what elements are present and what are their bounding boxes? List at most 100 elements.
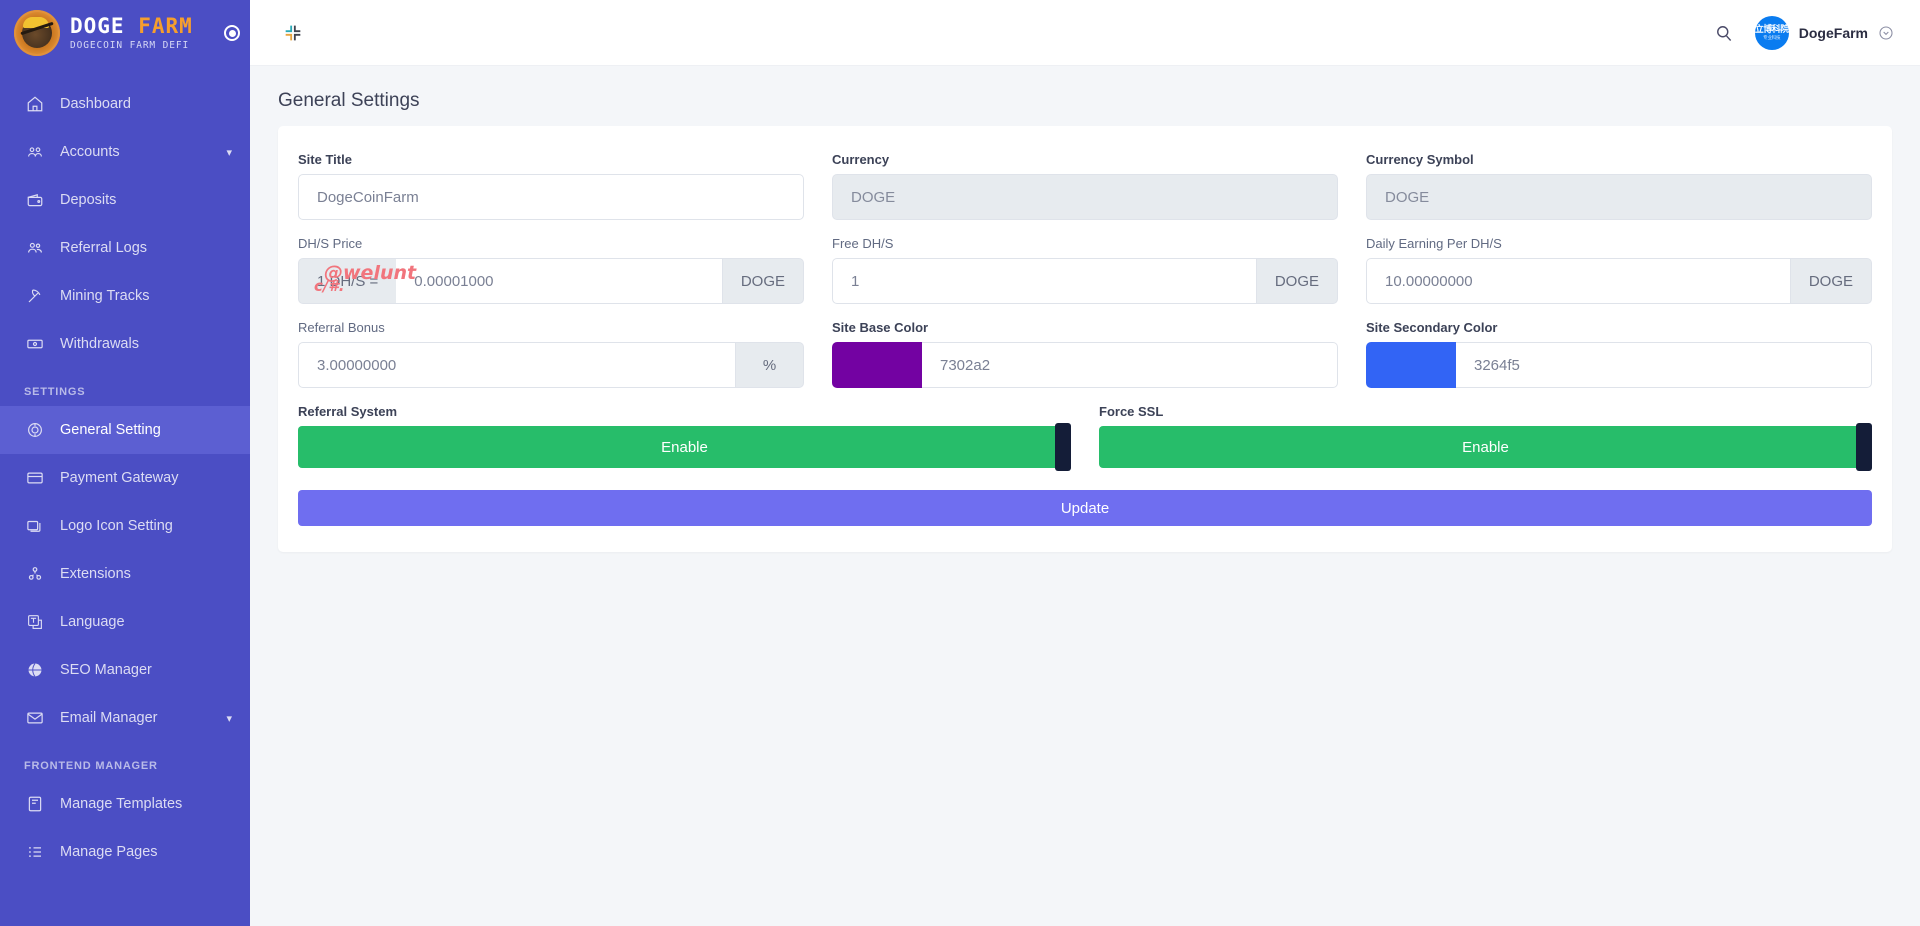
site-secondary-color-input[interactable]: 3264f5 (1456, 342, 1872, 388)
sidebar-item-mining-tracks[interactable]: Mining Tracks (0, 272, 250, 320)
sidebar-item-general-setting[interactable]: General Setting (0, 406, 250, 454)
field-free-dhs: Free DH/S 1 DOGE (832, 236, 1338, 304)
main-area: 立博科院 专业科技 DogeFarm General Settings Site… (250, 0, 1920, 926)
form-row-3: Referral Bonus 3.00000000 % Site Base Co… (298, 320, 1872, 388)
sidebar-item-referral-logs[interactable]: Referral Logs (0, 224, 250, 272)
referral-system-toggle[interactable]: Enable (298, 423, 1071, 471)
wallet-icon (24, 189, 46, 211)
chevron-down-icon: ▾ (226, 146, 232, 159)
field-referral-bonus: Referral Bonus 3.00000000 % (298, 320, 804, 388)
referral-bonus-group: 3.00000000 % (298, 342, 804, 388)
daily-earning-input[interactable]: 10.00000000 (1366, 258, 1791, 304)
sidebar-item-label: Mining Tracks (60, 288, 150, 304)
field-force-ssl: Force SSL Enable (1099, 404, 1872, 471)
referral-bonus-input[interactable]: 3.00000000 (298, 342, 736, 388)
force-ssl-toggle-label: Enable (1462, 438, 1509, 456)
doge-logo-icon (14, 10, 60, 56)
site-base-color-swatch[interactable] (832, 342, 922, 388)
update-button[interactable]: Update (298, 490, 1872, 526)
sidebar-item-email-manager[interactable]: Email Manager ▾ (0, 694, 250, 742)
credit-card-icon (24, 467, 46, 489)
sidebar-item-withdrawals[interactable]: Withdrawals (0, 320, 250, 368)
brand-title-doge: DOGE (70, 13, 125, 38)
dhs-price-suffix: DOGE (722, 258, 804, 304)
currency-symbol-input: DOGE (1366, 174, 1872, 220)
topbar-right: 立博科院 专业科技 DogeFarm (1711, 15, 1894, 50)
sidebar-item-accounts[interactable]: Accounts ▾ (0, 128, 250, 176)
site-base-color-picker[interactable]: 7302a2 (832, 342, 1338, 388)
avatar: 立博科院 专业科技 (1754, 15, 1789, 50)
daily-earning-group: 10.00000000 DOGE (1366, 258, 1872, 304)
content-scroll: Site Title DogeCoinFarm Currency DOGE Cu… (250, 126, 1920, 580)
daily-earning-label: Daily Earning Per DH/S (1366, 236, 1502, 251)
form-row-4: Referral System Enable Force SSL Enable (298, 404, 1872, 471)
app-root: DOGE FARM DOGECOIN FARM DEFI Dashboard A… (0, 0, 1920, 926)
site-base-color-label: Site Base Color (832, 320, 929, 335)
referral-bonus-label: Referral Bonus (298, 320, 385, 335)
field-site-title: Site Title DogeCoinFarm (298, 152, 804, 220)
dhs-price-prefix: 1 DH/S = (298, 258, 397, 304)
language-icon (24, 611, 46, 633)
list-icon (24, 841, 46, 863)
sidebar-toggle-dot-icon[interactable] (224, 25, 240, 41)
currency-input: DOGE (832, 174, 1338, 220)
site-secondary-color-swatch[interactable] (1366, 342, 1456, 388)
toggle-knob[interactable] (1856, 423, 1872, 471)
field-currency: Currency DOGE (832, 152, 1338, 220)
sidebar-item-label: Deposits (60, 192, 117, 208)
force-ssl-toggle[interactable]: Enable (1099, 423, 1872, 471)
referral-system-label: Referral System (298, 404, 397, 419)
field-daily-earning: Daily Earning Per DH/S 10.00000000 DOGE (1366, 236, 1872, 304)
sidebar-item-logo-icon-setting[interactable]: Logo Icon Setting (0, 502, 250, 550)
site-title-input[interactable]: DogeCoinFarm (298, 174, 804, 220)
sidebar-item-label: Extensions (60, 566, 131, 582)
field-referral-system: Referral System Enable (298, 404, 1071, 471)
sidebar-item-label: General Setting (60, 422, 161, 438)
currency-label: Currency (832, 152, 890, 167)
sidebar-section-frontend-manager: FRONTEND MANAGER (24, 760, 158, 772)
user-name: DogeFarm (1798, 24, 1868, 41)
toggle-knob[interactable] (1055, 423, 1071, 471)
users-group-icon (24, 141, 46, 163)
user-menu[interactable]: 立博科院 专业科技 DogeFarm (1754, 15, 1894, 50)
sidebar-item-manage-templates[interactable]: Manage Templates (0, 780, 250, 828)
sidebar-item-label: Withdrawals (60, 336, 139, 352)
puzzle-nodes-icon (24, 563, 46, 585)
form-row-2: DH/S Price 1 DH/S = 0.00001000 DOGE @wel… (298, 236, 1872, 304)
free-dhs-label: Free DH/S (832, 236, 894, 251)
dhs-price-input[interactable]: 0.00001000 (396, 258, 723, 304)
sidebar-item-payment-gateway[interactable]: Payment Gateway (0, 454, 250, 502)
field-site-secondary-color: Site Secondary Color 3264f5 (1366, 320, 1872, 388)
search-icon[interactable] (1711, 20, 1737, 46)
force-ssl-label: Force SSL (1099, 404, 1164, 419)
daily-earning-suffix: DOGE (1790, 258, 1872, 304)
sidebar-item-seo-manager[interactable]: SEO Manager (0, 646, 250, 694)
people-icon (24, 237, 46, 259)
brand-header[interactable]: DOGE FARM DOGECOIN FARM DEFI (0, 0, 250, 66)
brand-title-farm: FARM (138, 13, 193, 38)
dhs-price-group: 1 DH/S = 0.00001000 DOGE @welunt c/#. (298, 258, 804, 304)
sidebar-item-language[interactable]: Language (0, 598, 250, 646)
field-currency-symbol: Currency Symbol DOGE (1366, 152, 1872, 220)
compress-icon[interactable] (276, 16, 310, 50)
sidebar-item-deposits[interactable]: Deposits (0, 176, 250, 224)
referral-system-toggle-label: Enable (661, 438, 708, 456)
sidebar-item-extensions[interactable]: Extensions (0, 550, 250, 598)
site-title-label: Site Title (298, 152, 352, 167)
chevron-down-circle-icon[interactable] (1878, 25, 1894, 41)
site-secondary-color-picker[interactable]: 3264f5 (1366, 342, 1872, 388)
field-dhs-price: DH/S Price 1 DH/S = 0.00001000 DOGE @wel… (298, 236, 804, 304)
sidebar-item-label: Language (60, 614, 125, 630)
page-head: General Settings (250, 66, 1920, 126)
sidebar-item-label: Dashboard (60, 96, 131, 112)
general-settings-card: Site Title DogeCoinFarm Currency DOGE Cu… (278, 126, 1892, 552)
field-site-base-color: Site Base Color 7302a2 (832, 320, 1338, 388)
site-base-color-input[interactable]: 7302a2 (922, 342, 1338, 388)
banknote-icon (24, 333, 46, 355)
brand-title: DOGE FARM (70, 13, 193, 38)
sidebar-item-manage-pages[interactable]: Manage Pages (0, 828, 250, 876)
free-dhs-input[interactable]: 1 (832, 258, 1257, 304)
gear-circle-icon (24, 419, 46, 441)
envelope-icon (24, 707, 46, 729)
sidebar-item-dashboard[interactable]: Dashboard (0, 80, 250, 128)
